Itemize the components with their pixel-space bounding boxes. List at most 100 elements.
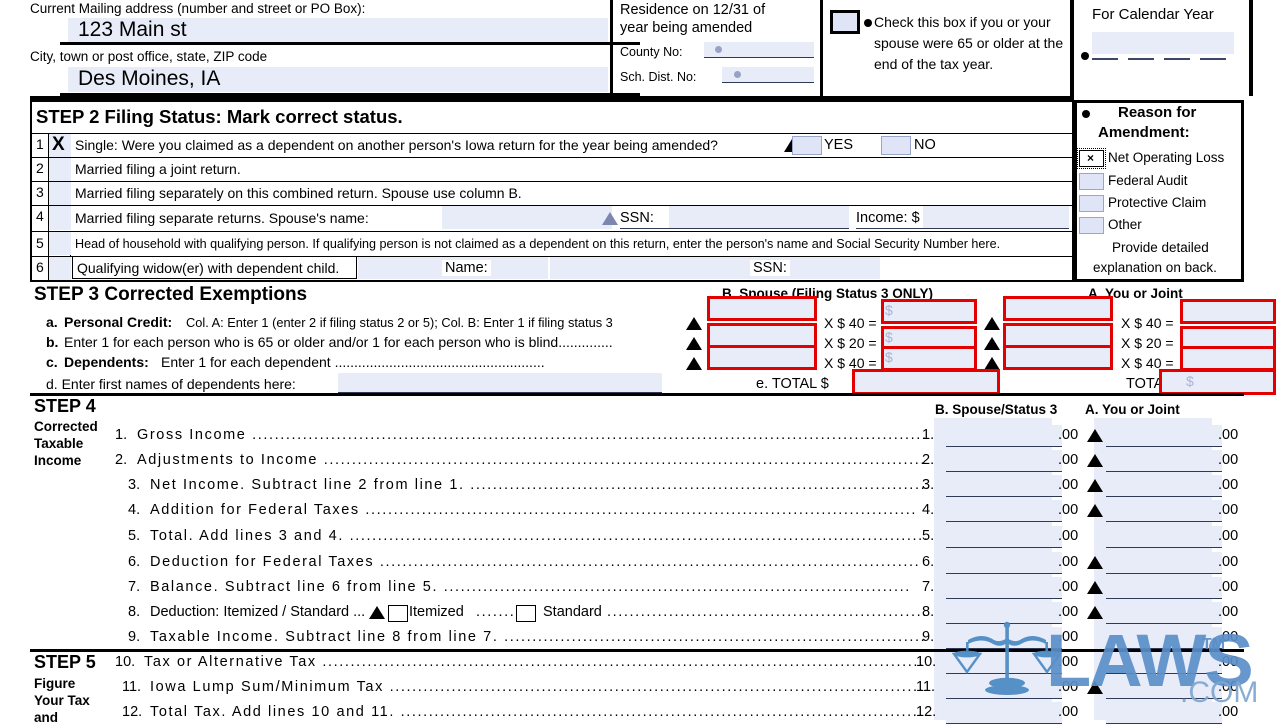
step3-row-c-amount-a-input[interactable] xyxy=(1180,346,1276,371)
step2-row-2-label: Married filing a joint return. xyxy=(75,161,241,177)
step4-line-8-input-b[interactable] xyxy=(946,602,1062,624)
amendment-option-federal-audit[interactable]: Federal Audit xyxy=(1079,173,1239,192)
step3-row-a-triangle-a-icon xyxy=(984,317,1000,330)
step2-row-5: 5 Head of household with qualifying pers… xyxy=(32,232,1072,256)
step4-line-9-input-a[interactable] xyxy=(1106,627,1222,649)
residence-block: Residence on 12/31 of year being amended… xyxy=(616,0,818,96)
step4-line-9-input-b[interactable] xyxy=(946,627,1062,649)
step4-line-5: 5. Total. Add lines 3 and 4. ...........… xyxy=(110,526,1250,551)
step2-row-4-triangle-icon xyxy=(602,212,618,225)
step3-row-c-key: c. xyxy=(46,354,58,370)
step5-line-11-input-b[interactable] xyxy=(946,677,1062,699)
step3-row-a-bold: Personal Credit: xyxy=(64,314,173,330)
step4-line-2-rownum: 2. xyxy=(922,452,935,468)
age65-checkbox[interactable] xyxy=(830,10,860,34)
step4-line-7-input-a[interactable] xyxy=(1106,577,1222,599)
step2-row-1: 1 X Single: Were you claimed as a depend… xyxy=(32,134,1072,157)
amendment-federal-audit-label: Federal Audit xyxy=(1108,173,1188,188)
amendment-protective-claim-label: Protective Claim xyxy=(1108,195,1207,210)
amendment-option-nol[interactable]: × Net Operating Loss xyxy=(1077,148,1239,169)
step3-row-a-amount-a-input[interactable] xyxy=(1180,299,1276,324)
step4-line-5-input-b[interactable] xyxy=(946,526,1062,548)
step4-line-5-dots: ........................................… xyxy=(343,528,927,544)
step4-line-1-input-a[interactable] xyxy=(1106,425,1222,447)
step3-row-c-amount-b-input[interactable] xyxy=(881,346,977,371)
step2-row-6-checkbox[interactable] xyxy=(49,257,71,280)
step4-line-4-input-b[interactable] xyxy=(946,500,1062,522)
amendment-protective-claim-checkbox[interactable] xyxy=(1079,195,1104,212)
step4-line-3-input-b[interactable] xyxy=(946,475,1062,497)
step3-row-c-text: Enter 1 for each dependent .............… xyxy=(161,354,545,370)
step3-row-b-mult-b: X $ 20 = xyxy=(824,335,877,351)
city-label: City, town or post office, state, ZIP co… xyxy=(30,49,268,64)
step4-itemized-checkbox[interactable] xyxy=(388,605,408,622)
step4-line-2-text: Adjustments to Income ..................… xyxy=(137,452,927,468)
step2-spouse-name-input[interactable] xyxy=(442,206,612,229)
step2-yes-checkbox[interactable] xyxy=(792,136,822,155)
step3-row-a-key: a. xyxy=(46,314,58,330)
step3-row-c-count-b-input[interactable] xyxy=(707,345,817,370)
step4-line-5-cents-b: .00 xyxy=(1058,528,1079,544)
step3-row-a-mult-a: X $ 40 = xyxy=(1121,315,1174,331)
calendar-year-label: For Calendar Year xyxy=(1092,6,1214,23)
step4-line-7-input-b[interactable] xyxy=(946,577,1062,599)
calendar-year-digit-line-2 xyxy=(1128,58,1154,60)
step4-line-2: 2. Adjustments to Income ...............… xyxy=(110,450,1250,475)
amendment-other-checkbox[interactable] xyxy=(1079,217,1104,234)
step4-line-4-dots: ........................................… xyxy=(359,502,918,518)
step3-row-a-count-a-input[interactable] xyxy=(1003,296,1113,321)
step2-row-4-checkbox[interactable] xyxy=(49,206,71,230)
step4-line-7: 7. Balance. Subtract line 6 from line 5.… xyxy=(110,577,1250,602)
step2-row-5-number: 5 xyxy=(36,235,44,251)
step5-line-12-input-b[interactable] xyxy=(946,702,1062,724)
age65-bullet-icon xyxy=(864,19,872,27)
step4-line-4-input-a[interactable] xyxy=(1106,500,1222,522)
step2-row-3-checkbox[interactable] xyxy=(49,182,71,205)
step4-line-4-cents-a: .00 xyxy=(1218,502,1239,518)
step4-line-5-input-a[interactable] xyxy=(1106,526,1222,548)
step4-line-8-number: 8. xyxy=(128,604,141,620)
step4-line-3-input-a[interactable] xyxy=(1106,475,1222,497)
step2-ssn2-label: SSN: xyxy=(750,260,790,276)
step4-line-5-number: 5. xyxy=(128,528,141,544)
amendment-note-line2: explanation on back. xyxy=(1093,260,1217,275)
step4-line-9-cents-a: .00 xyxy=(1218,629,1239,645)
step5-side-line2: Your Tax xyxy=(34,693,90,708)
step4-side-line3: Income xyxy=(34,453,82,468)
step5-line-10-rownum: 10. xyxy=(916,654,937,670)
mailing-address-value: 123 Main st xyxy=(78,18,187,41)
step2-ssn-underline xyxy=(620,206,849,229)
step4-line-2-input-a[interactable] xyxy=(1106,450,1222,472)
amendment-option-other[interactable]: Other xyxy=(1079,217,1239,236)
step5-line-12-input-a[interactable] xyxy=(1106,702,1222,724)
step2-row-2-checkbox[interactable] xyxy=(49,158,71,181)
step2-row-5-checkbox[interactable] xyxy=(49,232,71,255)
step5-line-10-input-a[interactable] xyxy=(1106,652,1222,674)
step2-no-checkbox[interactable] xyxy=(881,136,911,155)
step3-row-c-count-a-input[interactable] xyxy=(1003,345,1113,370)
step4-line-4-cents-b: .00 xyxy=(1058,502,1079,518)
amendment-title-line2: Amendment: xyxy=(1098,124,1190,141)
step4-standard-checkbox[interactable] xyxy=(516,605,536,622)
step4-line-6-input-b[interactable] xyxy=(946,552,1062,574)
step4-line-1-input-b[interactable] xyxy=(946,425,1062,447)
step4-line-8-input-a[interactable] xyxy=(1106,602,1222,624)
step4-col-b-header: B. Spouse/Status 3 xyxy=(935,402,1058,417)
step4-line-6-input-a[interactable] xyxy=(1106,552,1222,574)
step3-total-a-input[interactable] xyxy=(1159,369,1276,395)
step4-line-4-number: 4. xyxy=(128,502,141,518)
step5-line-10-input-b[interactable] xyxy=(946,652,1062,674)
step3-total-b-input[interactable] xyxy=(852,369,1000,395)
step3-row-a-count-b-input[interactable] xyxy=(707,296,817,321)
step3-row-a-amount-b-input[interactable] xyxy=(881,299,977,324)
step2-row-6-ssn-input[interactable] xyxy=(550,257,880,279)
amendment-option-protective-claim[interactable]: Protective Claim xyxy=(1079,195,1239,214)
step2-row-4-number: 4 xyxy=(36,208,44,224)
step5-line-11-label: Iowa Lump Sum/Minimum Tax xyxy=(150,679,384,695)
step4-line-6-label: Deduction for Federal Taxes xyxy=(150,554,375,570)
amendment-federal-audit-checkbox[interactable] xyxy=(1079,173,1104,190)
step5-line-11-input-a[interactable] xyxy=(1106,677,1222,699)
header-divider-3 xyxy=(1070,0,1074,97)
step4-line-2-input-b[interactable] xyxy=(946,450,1062,472)
calendar-year-input[interactable] xyxy=(1092,32,1234,54)
